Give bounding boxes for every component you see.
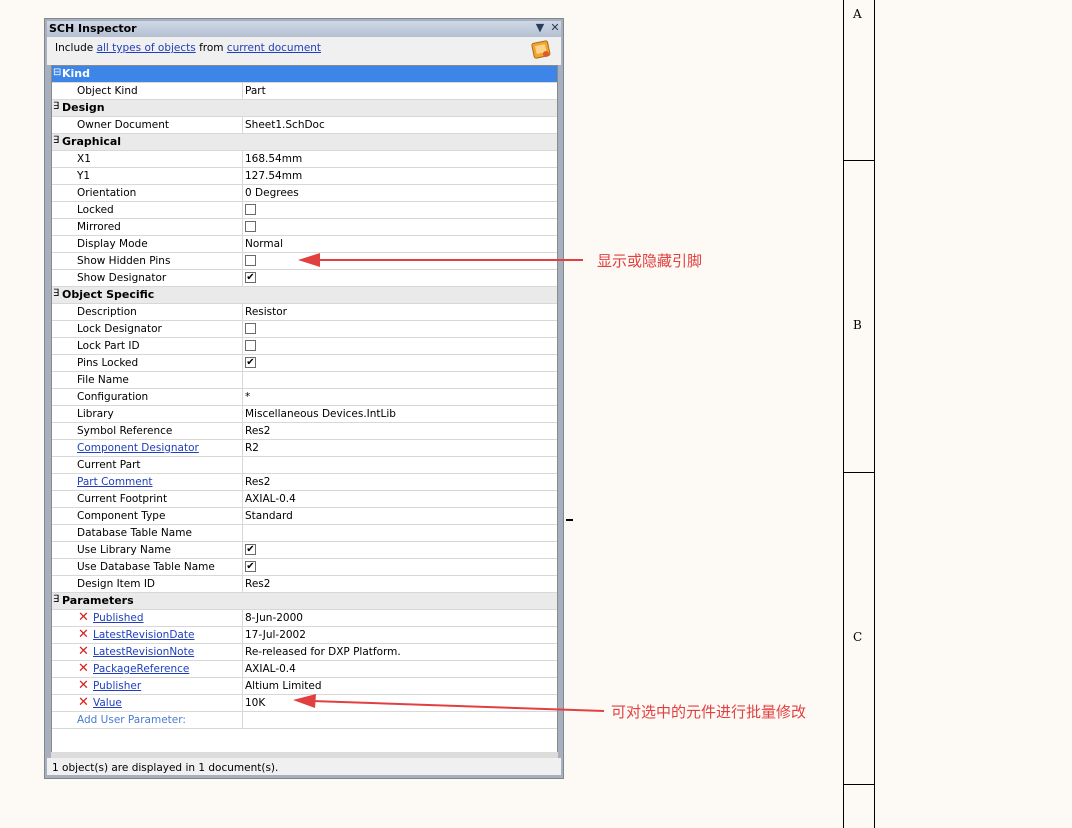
annotation-hidden-pins: 显示或隐藏引脚	[597, 252, 703, 270]
arrow-hidden-pins	[298, 253, 583, 267]
annotation-batch-edit: 可对选中的元件进行批量修改	[611, 703, 807, 721]
annotation-arrows	[293, 253, 605, 712]
arrow-batch-edit	[293, 694, 605, 712]
